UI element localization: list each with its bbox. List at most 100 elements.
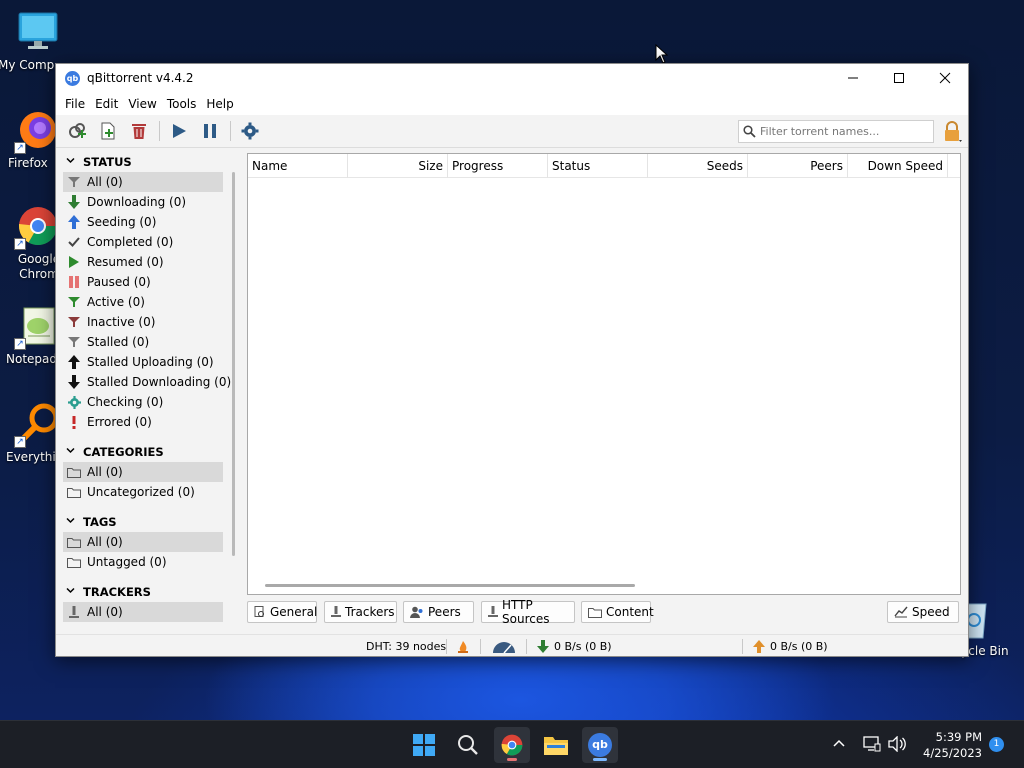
status-filter-stalled-uploading[interactable]: Stalled Uploading (0) (63, 352, 235, 372)
status-filter-completed[interactable]: Completed (0) (63, 232, 235, 252)
tag-filter-untagged[interactable]: Untagged (0) (63, 552, 235, 572)
close-icon (939, 72, 951, 84)
delete-torrent-button[interactable] (126, 118, 152, 144)
title-bar[interactable]: qb qBittorrent v4.4.2 (56, 64, 968, 92)
sidebar-scrollbar[interactable] (232, 172, 235, 556)
column-header-progress[interactable]: Progress (448, 154, 548, 178)
column-header-down-speed[interactable]: Down Speed (848, 154, 948, 178)
clock[interactable]: 5:39 PM 4/25/2023 (918, 729, 982, 761)
taskbar-qbittorrent[interactable]: qb (582, 727, 618, 763)
download-speed-text: 0 B/s (0 B) (554, 640, 612, 653)
search-icon (458, 735, 478, 755)
notification-badge[interactable]: 1 (989, 737, 1004, 752)
tab-general[interactable]: General (247, 601, 317, 623)
add-torrent-link-button[interactable] (64, 118, 90, 144)
status-filter-active[interactable]: Active (0) (63, 292, 235, 312)
column-header-name[interactable]: Name (248, 154, 348, 178)
horizontal-scrollbar[interactable] (265, 584, 635, 587)
start-button[interactable] (406, 727, 442, 763)
shortcut-arrow-icon: ↗ (14, 338, 26, 350)
gear-icon (241, 122, 259, 140)
sidebar-item-label: All (0) (87, 175, 123, 189)
status-filter-all[interactable]: All (0) (63, 172, 223, 192)
menu-edit[interactable]: Edit (90, 97, 123, 111)
tracker-filter-all[interactable]: All (0) (63, 602, 223, 622)
status-filter-stalled[interactable]: Stalled (0) (63, 332, 235, 352)
category-filter-uncategorized[interactable]: Uncategorized (0) (63, 482, 235, 502)
tracker-icon (66, 604, 82, 620)
torrent-list[interactable]: Name Size Progress Status Seeds Peers Do… (247, 153, 961, 595)
volume-button[interactable] (888, 735, 906, 755)
chevron-down-icon (66, 516, 75, 528)
sidebar-section-categories[interactable]: CATEGORIES (63, 442, 235, 462)
sidebar-section-trackers[interactable]: TRACKERS (63, 582, 235, 602)
minimize-button[interactable] (830, 64, 876, 92)
menu-help[interactable]: Help (201, 97, 238, 111)
category-filter-all[interactable]: All (0) (63, 462, 223, 482)
running-indicator (507, 758, 517, 761)
pause-button[interactable] (197, 118, 223, 144)
status-filter-seeding[interactable]: Seeding (0) (63, 212, 235, 232)
add-torrent-file-button[interactable] (95, 118, 121, 144)
notepad-icon: ↗ (14, 304, 60, 350)
sidebar-section-status[interactable]: STATUS (63, 152, 235, 172)
lock-ui-button[interactable] (941, 121, 963, 143)
tab-label: General (270, 605, 318, 619)
gear-icon (66, 394, 82, 410)
tab-trackers[interactable]: Trackers (324, 601, 397, 623)
sidebar-section-label: STATUS (83, 155, 132, 169)
network-button[interactable] (863, 736, 881, 755)
clock-time: 5:39 PM (935, 730, 982, 744)
chevron-down-icon (66, 156, 75, 168)
toolbar-separator (230, 121, 231, 141)
menu-file[interactable]: File (60, 97, 90, 111)
sidebar-item-label: Completed (0) (87, 235, 174, 249)
column-header-seeds[interactable]: Seeds (648, 154, 748, 178)
resume-button[interactable] (166, 118, 192, 144)
connection-status-button[interactable] (457, 635, 469, 658)
qbittorrent-window: qb qBittorrent v4.4.2 File Edit View Too… (55, 63, 969, 657)
play-icon (66, 254, 82, 270)
tag-filter-all[interactable]: All (0) (63, 532, 223, 552)
column-header-size[interactable]: Size (348, 154, 448, 178)
status-filter-errored[interactable]: Errored (0) (63, 412, 235, 432)
tab-http-sources[interactable]: HTTP Sources (481, 598, 575, 626)
taskbar-chrome[interactable] (494, 727, 530, 763)
trash-icon (132, 124, 146, 139)
shortcut-arrow-icon: ↗ (14, 238, 26, 250)
tab-peers[interactable]: Peers (403, 601, 474, 623)
arrow-down-icon (66, 194, 82, 210)
taskbar-search-button[interactable] (450, 727, 486, 763)
magnifier-orange-icon: ↗ (14, 402, 60, 448)
status-filter-inactive[interactable]: Inactive (0) (63, 312, 235, 332)
search-input[interactable] (760, 125, 930, 138)
menu-tools[interactable]: Tools (162, 97, 202, 111)
options-button[interactable] (237, 118, 263, 144)
status-filter-checking[interactable]: Checking (0) (63, 392, 235, 412)
status-filter-downloading[interactable]: Downloading (0) (63, 192, 235, 212)
tab-content[interactable]: Content (581, 601, 654, 623)
tab-speed[interactable]: Speed (887, 601, 959, 623)
upload-speed-status[interactable]: 0 B/s (0 B) (753, 635, 828, 658)
taskbar-file-explorer[interactable] (538, 727, 574, 763)
status-filter-resumed[interactable]: Resumed (0) (63, 252, 235, 272)
alt-speed-toggle[interactable] (491, 635, 517, 658)
window-title: qBittorrent v4.4.2 (87, 71, 194, 85)
column-header-status[interactable]: Status (548, 154, 648, 178)
folder-icon (544, 737, 568, 755)
status-filter-stalled-downloading[interactable]: Stalled Downloading (0) (63, 372, 235, 392)
search-box[interactable] (738, 120, 934, 143)
sidebar-section-label: TRACKERS (83, 585, 151, 599)
close-button[interactable] (922, 64, 968, 92)
column-header-peers[interactable]: Peers (748, 154, 848, 178)
maximize-button[interactable] (876, 64, 922, 92)
status-filter-paused[interactable]: Paused (0) (63, 272, 235, 292)
pause-icon (204, 124, 216, 138)
menu-bar: File Edit View Tools Help (56, 92, 968, 115)
download-speed-status[interactable]: 0 B/s (0 B) (537, 635, 612, 658)
menu-view[interactable]: View (123, 97, 161, 111)
sidebar-item-label: Inactive (0) (87, 315, 156, 329)
show-hidden-icons-button[interactable] (832, 737, 846, 754)
sidebar-section-tags[interactable]: TAGS (63, 512, 235, 532)
taskbar: qb 5:39 PM 4/25/2023 1 (0, 720, 1024, 768)
